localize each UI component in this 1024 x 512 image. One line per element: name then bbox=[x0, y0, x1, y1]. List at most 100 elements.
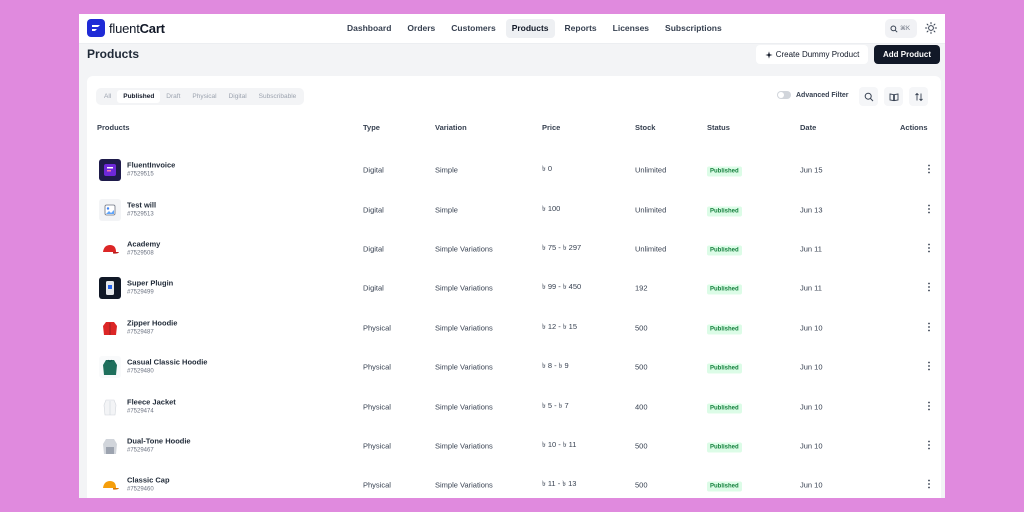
nav-products[interactable]: Products bbox=[505, 19, 555, 38]
table-row[interactable]: Fleece Jacket #7529474 Physical Simple V… bbox=[87, 387, 941, 426]
product-id: #7529515 bbox=[127, 171, 154, 178]
sort-button[interactable] bbox=[909, 87, 928, 106]
product-thumbnail bbox=[99, 316, 121, 339]
global-search-button[interactable]: ⌘K bbox=[885, 19, 917, 38]
create-dummy-product-label: Create Dummy Product bbox=[775, 50, 860, 59]
date-cell: Jun 10 bbox=[800, 402, 823, 412]
product-name[interactable]: Fleece Jacket bbox=[127, 397, 176, 407]
price-cell: ৳ 0 bbox=[542, 164, 552, 174]
variation-cell: Simple Variations bbox=[435, 323, 493, 333]
header-type[interactable]: Type bbox=[363, 123, 380, 132]
table-row[interactable]: Dual-Tone Hoodie #7529467 Physical Simpl… bbox=[87, 426, 941, 465]
advanced-filter[interactable]: Advanced Filter bbox=[777, 91, 849, 99]
date-cell: Jun 11 bbox=[800, 283, 822, 293]
product-name-cell: Super Plugin #7529499 bbox=[127, 279, 173, 298]
product-name[interactable]: Super Plugin bbox=[127, 279, 173, 289]
tab-published[interactable]: Published bbox=[117, 90, 161, 103]
stock-cell: 500 bbox=[635, 441, 648, 451]
date-cell: Jun 15 bbox=[800, 165, 823, 175]
type-cell: Physical bbox=[363, 402, 391, 412]
header-status[interactable]: Status bbox=[707, 123, 730, 132]
header-variation[interactable]: Variation bbox=[435, 123, 467, 132]
tab-digital[interactable]: Digital bbox=[223, 90, 253, 103]
nav-subscriptions[interactable]: Subscriptions bbox=[659, 19, 728, 38]
advanced-filter-label: Advanced Filter bbox=[796, 91, 849, 99]
row-actions-button[interactable] bbox=[927, 161, 931, 179]
product-name[interactable]: Test will bbox=[127, 200, 156, 210]
product-name-cell: Test will #7529513 bbox=[127, 200, 156, 219]
tab-all[interactable]: All bbox=[98, 90, 117, 103]
product-name[interactable]: FluentInvoice bbox=[127, 161, 175, 171]
table-row[interactable]: Classic Cap #7529460 Physical Simple Var… bbox=[87, 466, 941, 498]
product-thumbnail bbox=[99, 356, 121, 379]
row-actions-button[interactable] bbox=[927, 358, 931, 376]
tab-draft[interactable]: Draft bbox=[160, 90, 186, 103]
row-actions-button[interactable] bbox=[927, 279, 931, 297]
more-vertical-icon bbox=[928, 401, 930, 410]
create-dummy-product-button[interactable]: Create Dummy Product bbox=[756, 45, 868, 64]
product-name[interactable]: Academy bbox=[127, 239, 160, 249]
table-row[interactable]: Test will #7529513 Digital Simple ৳ 100 … bbox=[87, 190, 941, 229]
header-stock[interactable]: Stock bbox=[635, 123, 655, 132]
product-name[interactable]: Classic Cap bbox=[127, 476, 170, 486]
more-vertical-icon bbox=[928, 204, 930, 213]
nav-licenses[interactable]: Licenses bbox=[607, 19, 655, 38]
product-thumbnail bbox=[99, 277, 121, 300]
row-actions-button[interactable] bbox=[927, 240, 931, 258]
variation-cell: Simple Variations bbox=[435, 402, 493, 412]
product-thumbnail bbox=[99, 395, 121, 418]
product-thumbnail bbox=[99, 474, 121, 497]
table-row[interactable]: Academy #7529508 Digital Simple Variatio… bbox=[87, 229, 941, 268]
product-name[interactable]: Dual-Tone Hoodie bbox=[127, 436, 191, 446]
type-cell: Physical bbox=[363, 441, 391, 451]
tab-subscribable[interactable]: Subscribable bbox=[253, 90, 303, 103]
row-actions-button[interactable] bbox=[927, 201, 931, 219]
search-shortcut: ⌘K bbox=[900, 26, 911, 32]
product-name-cell: Classic Cap #7529460 bbox=[127, 476, 170, 495]
fluentcart-logo-icon bbox=[87, 19, 105, 37]
table-row[interactable]: Zipper Hoodie #7529487 Physical Simple V… bbox=[87, 308, 941, 347]
product-id: #7529508 bbox=[127, 250, 154, 257]
variation-cell: Simple Variations bbox=[435, 441, 493, 451]
advanced-filter-toggle[interactable] bbox=[777, 91, 791, 99]
header-price[interactable]: Price bbox=[542, 123, 560, 132]
type-cell: Physical bbox=[363, 480, 391, 490]
table-row[interactable]: Casual Classic Hoodie #7529480 Physical … bbox=[87, 348, 941, 387]
date-cell: Jun 10 bbox=[800, 480, 823, 490]
table-search-button[interactable] bbox=[859, 87, 878, 106]
header-date[interactable]: Date bbox=[800, 123, 816, 132]
stock-cell: Unlimited bbox=[635, 205, 667, 215]
price-cell: ৳ 12 - ৳ 15 bbox=[542, 321, 577, 331]
row-actions-button[interactable] bbox=[927, 319, 931, 337]
price-cell: ৳ 5 - ৳ 7 bbox=[542, 400, 569, 410]
nav-dashboard[interactable]: Dashboard bbox=[341, 19, 397, 38]
stock-cell: 500 bbox=[635, 480, 648, 490]
nav-customers[interactable]: Customers bbox=[445, 19, 501, 38]
type-cell: Digital bbox=[363, 205, 384, 215]
table-row[interactable]: Super Plugin #7529499 Digital Simple Var… bbox=[87, 269, 941, 308]
row-actions-button[interactable] bbox=[927, 476, 931, 494]
more-vertical-icon bbox=[928, 440, 930, 450]
type-cell: Digital bbox=[363, 283, 384, 293]
columns-button[interactable] bbox=[884, 87, 903, 106]
fluentcart-logo[interactable]: fluentCart bbox=[87, 19, 165, 37]
nav-reports[interactable]: Reports bbox=[559, 19, 603, 38]
theme-toggle-button[interactable] bbox=[923, 20, 939, 36]
header-products[interactable]: Products bbox=[97, 123, 130, 132]
sparkle-icon bbox=[765, 50, 773, 59]
nav-orders[interactable]: Orders bbox=[401, 19, 441, 38]
row-actions-button[interactable] bbox=[927, 437, 931, 455]
add-product-button[interactable]: Add Product bbox=[874, 45, 940, 64]
tab-physical[interactable]: Physical bbox=[186, 90, 222, 103]
product-name[interactable]: Casual Classic Hoodie bbox=[127, 358, 207, 368]
product-name[interactable]: Zipper Hoodie bbox=[127, 318, 177, 328]
more-vertical-icon bbox=[928, 479, 930, 489]
status-badge: Published bbox=[707, 403, 742, 414]
product-id: #7529474 bbox=[127, 408, 154, 415]
price-cell: ৳ 100 bbox=[542, 203, 561, 213]
row-actions-button[interactable] bbox=[927, 398, 931, 416]
status-cell: Published bbox=[707, 284, 742, 295]
table-row[interactable]: FluentInvoice #7529515 Digital Simple ৳ … bbox=[87, 151, 941, 190]
price-cell: ৳ 99 - ৳ 450 bbox=[542, 282, 582, 292]
type-cell: Digital bbox=[363, 244, 384, 254]
